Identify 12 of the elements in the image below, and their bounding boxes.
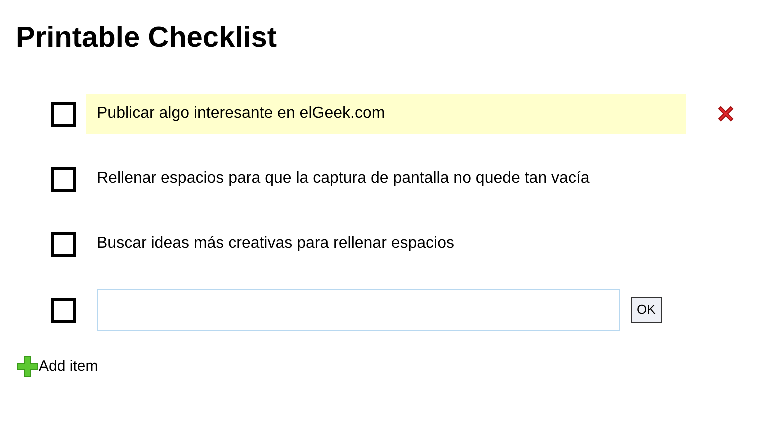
add-item-link[interactable]: Add item [39,356,98,378]
page-title: Printable Checklist [16,21,278,56]
checkbox[interactable] [51,232,76,256]
checkbox[interactable] [51,166,76,192]
plus-icon[interactable] [17,356,39,378]
checklist-item[interactable]: Buscar ideas más creativas para rellenar espacios [86,224,686,264]
ok-button[interactable]: OK [631,297,662,323]
checklist-item[interactable]: Publicar algo interesante en elGeek.com [86,94,686,134]
checkbox[interactable] [51,102,76,126]
input-field[interactable] [97,289,620,331]
checklist-item[interactable]: Rellenar espacios para que la captura de pantalla no quede tan vacía [86,159,686,199]
checkbox[interactable] [51,298,76,322]
